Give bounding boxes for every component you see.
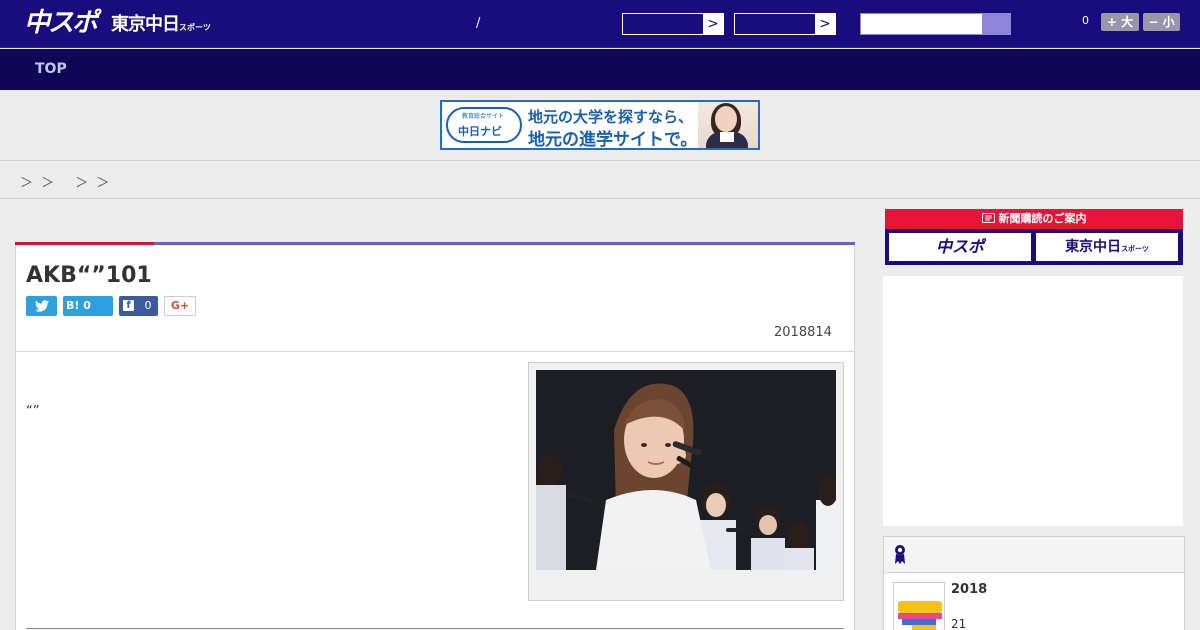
award-ribbon-icon xyxy=(895,545,905,564)
hatena-bookmark-button[interactable]: B! 0 xyxy=(63,296,113,316)
article-title: AKB“”101 xyxy=(26,263,152,288)
main-nav: TOP xyxy=(0,49,1200,90)
banner-logo-main: 中日ナビ xyxy=(458,125,502,138)
divider xyxy=(16,351,854,352)
banner-text-line2: 地元の進学サイトで。 xyxy=(528,130,698,150)
article-accent-bar-red xyxy=(15,242,154,245)
search-input[interactable] xyxy=(860,13,1011,35)
search-button[interactable] xyxy=(982,14,1010,34)
chuspo-logo[interactable]: 中スポ xyxy=(24,6,98,40)
concert-photo-image xyxy=(536,370,836,570)
chevron-right-icon[interactable]: > xyxy=(815,14,835,34)
banner-logo-top: 教育総合サイト xyxy=(462,113,505,120)
divider xyxy=(0,198,1200,199)
ranking-box: 2018 21 xyxy=(883,536,1185,630)
sidebar-ad-slot[interactable] xyxy=(883,276,1183,526)
subscribe-tokyo-chunichi-small: スポーツ xyxy=(1121,245,1149,253)
chevron-right-icon[interactable]: > xyxy=(703,14,723,34)
subscription-box: 新聞購読のご案内 中スポ 東京中日スポーツ xyxy=(885,209,1183,265)
ranking-item-title[interactable]: 2018 xyxy=(951,582,987,597)
article-body: “” xyxy=(26,404,40,419)
subscription-heading-text: 新聞購読のご案内 xyxy=(998,212,1087,225)
header-counter: 0 xyxy=(1082,14,1089,27)
banner-text-line1: 地元の大学を探すなら、 xyxy=(528,108,694,126)
ranking-header xyxy=(884,537,1184,573)
divider xyxy=(26,628,844,629)
site-header: 中スポ 東京中日スポーツ / > > 0 + 大 − 小 xyxy=(0,0,1200,48)
ranking-item-thumbnail[interactable] xyxy=(893,582,945,630)
twitter-share-button[interactable] xyxy=(26,296,57,316)
tokyo-chunichi-logo[interactable]: 東京中日スポーツ xyxy=(111,12,211,41)
breadcrumb[interactable]: ＞ ＞ ＞ ＞ xyxy=(20,172,109,191)
newspaper-icon xyxy=(981,213,995,223)
category-select-2[interactable]: > xyxy=(734,13,836,35)
nav-item-top[interactable]: TOP xyxy=(35,61,67,77)
article-date: 2018814 xyxy=(774,325,832,340)
chunichi-navi-logo: 教育総合サイト 中日ナビ xyxy=(446,107,522,143)
tokyo-chunichi-logo-small: スポーツ xyxy=(179,23,211,32)
article-accent-bar-purple xyxy=(154,242,855,245)
article-photo[interactable] xyxy=(536,370,836,570)
facebook-share-count: 0 xyxy=(144,299,152,312)
ad-banner[interactable]: 教育総合サイト 中日ナビ 地元の大学を探すなら、 地元の進学サイトで。 xyxy=(440,100,760,150)
ranking-item-subtext: 21 xyxy=(951,617,967,630)
tokyo-chunichi-logo-text: 東京中日 xyxy=(111,14,180,35)
subscribe-tokyo-chunichi-button[interactable]: 東京中日スポーツ xyxy=(1036,233,1178,261)
google-plus-button[interactable]: G+ xyxy=(164,296,196,316)
category-select-1[interactable]: > xyxy=(622,13,724,35)
twitter-icon xyxy=(34,300,49,312)
sports-logo-thumbnail xyxy=(894,583,944,630)
subscription-heading: 新聞購読のご案内 xyxy=(885,209,1183,229)
facebook-icon: f xyxy=(123,300,134,311)
font-smaller-button[interactable]: − 小 xyxy=(1143,13,1180,31)
header-slash: / xyxy=(476,16,481,31)
divider xyxy=(0,160,1200,161)
font-larger-button[interactable]: + 大 xyxy=(1101,13,1139,31)
facebook-share-button[interactable]: f 0 xyxy=(119,296,158,316)
banner-model-image xyxy=(698,102,758,148)
subscribe-tokyo-chunichi-label: 東京中日 xyxy=(1065,239,1122,255)
subscribe-chuspo-button[interactable]: 中スポ xyxy=(889,233,1031,261)
